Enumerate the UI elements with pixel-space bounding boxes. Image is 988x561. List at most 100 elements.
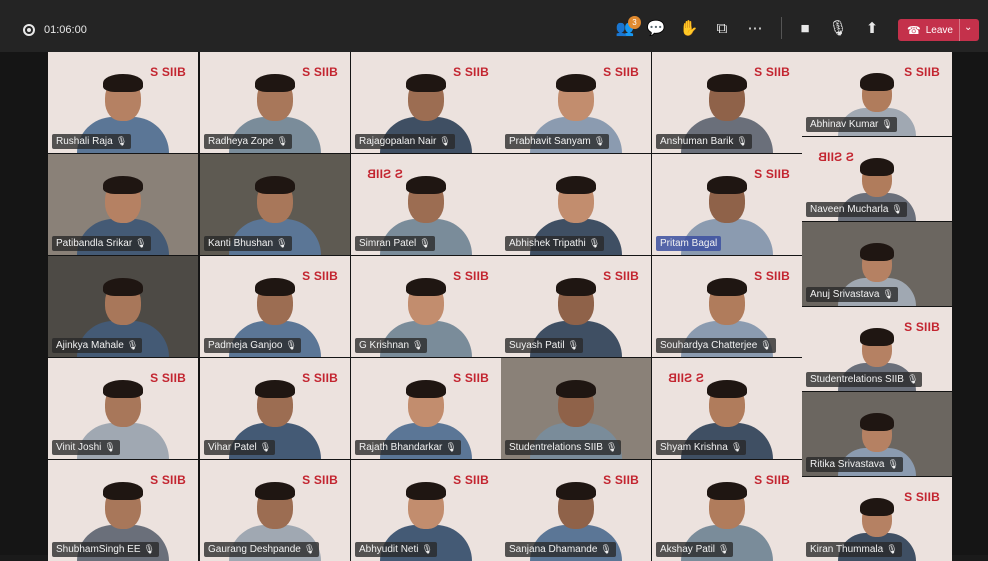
participant-name: Ritika Srivastava: [810, 459, 885, 470]
mic-muted-icon: 🎙: [143, 544, 155, 554]
participant-tile[interactable]: S SIIB Rajagopalan Nair 🎙: [351, 52, 501, 153]
participant-tile[interactable]: S SIIB G Krishnan 🎙: [351, 256, 501, 357]
participant-tile[interactable]: Anuj Srivastava 🎙: [802, 222, 952, 306]
share-icon[interactable]: ⬆: [860, 16, 884, 40]
participant-name: Rushali Raja: [56, 136, 113, 147]
participant-tile[interactable]: S SIIB Radheya Zope 🎙: [200, 52, 350, 153]
participant-tile[interactable]: S SIIB Akshay Patil 🎙: [652, 460, 802, 561]
mic-muted-icon: 🎙: [760, 340, 772, 350]
participant-name: Suyash Patil: [509, 340, 565, 351]
participant-name: Akshay Patil: [660, 544, 716, 555]
participant-name: Patibandla Srikar: [56, 238, 133, 249]
video-gallery: S SIIB Rushali Raja 🎙 S SIIB Radheya Zope 🎙 S …: [0, 52, 988, 561]
participant-tile[interactable]: S SIIB Prabhavit Sanyam 🎙: [501, 52, 651, 153]
participant-tile[interactable]: S SIIB Abhinav Kumar 🎙: [802, 52, 952, 136]
participant-tile[interactable]: Ajinkya Mahale 🎙: [48, 256, 198, 357]
mic-muted-icon: 🎙: [881, 119, 893, 129]
participant-name: Sanjana Dhamande: [509, 544, 598, 555]
participant-name-tag: Padmeja Ganjoo 🎙: [204, 338, 301, 353]
participant-name: Radheya Zope: [208, 136, 274, 147]
mic-muted-icon: 🎙: [600, 544, 612, 554]
participant-name: Vinit Joshi: [56, 442, 102, 453]
participant-name: Padmeja Ganjoo: [208, 340, 283, 351]
participant-tile[interactable]: Ritika Srivastava 🎙: [802, 392, 952, 476]
participant-name: Naveen Mucharla: [810, 204, 889, 215]
participant-tile[interactable]: S SIIB Padmeja Ganjoo 🎙: [200, 256, 350, 357]
mic-muted-icon: 🎙: [886, 544, 898, 554]
mic-muted-icon: 🎙: [276, 136, 289, 146]
mic-muted-icon: 🎙: [593, 136, 606, 146]
participant-tile[interactable]: Kanti Bhushan 🎙: [200, 154, 350, 255]
participant-name: Studentrelations SIIB: [509, 442, 603, 453]
mic-muted-icon: 🎙: [730, 442, 743, 452]
participant-tile[interactable]: Studentrelations SIIB 🎙: [501, 358, 651, 459]
participant-name-tag: Rushali Raja 🎙: [52, 134, 132, 149]
participant-name: Gaurang Deshpande: [208, 544, 301, 555]
mic-muted-icon: 🎙: [135, 238, 147, 248]
participant-tile[interactable]: S SIIB Pritam Bagal: [652, 154, 802, 255]
participant-tile[interactable]: S SIIB Suyash Patil 🎙: [501, 256, 651, 357]
participant-name: Abhinav Kumar: [810, 119, 879, 130]
participant-tile[interactable]: S SIIB ShubhamSingh EE 🎙: [48, 460, 198, 561]
participant-name: Abhishek Tripathi: [509, 238, 586, 249]
leave-button[interactable]: ☎ Leave ⌄: [898, 19, 979, 41]
participant-tile[interactable]: S SIIB Rajath Bhandarkar 🎙: [351, 358, 501, 459]
participant-name-tag: Abhishek Tripathi 🎙: [505, 236, 605, 251]
participant-name-tag: Anuj Srivastava 🎙: [806, 287, 898, 302]
chat-icon[interactable]: 💬: [644, 16, 668, 40]
mic-muted-icon: 🎙: [412, 340, 424, 350]
participant-tile[interactable]: S SIIB Vinit Joshi 🎙: [48, 358, 198, 459]
participant-tile[interactable]: S SIIB Studentrelations SIIB 🎙: [802, 307, 952, 391]
mic-muted-icon: 🎙: [718, 544, 730, 554]
camera-icon[interactable]: ■: [793, 16, 817, 40]
mic-muted-icon: 🎙: [445, 442, 457, 452]
mic-muted-icon: 🎙: [104, 442, 116, 452]
participant-name-tag: Ajinkya Mahale 🎙: [52, 338, 143, 353]
participant-name: Anshuman Barik: [660, 136, 734, 147]
participant-name-tag: G Krishnan 🎙: [355, 338, 428, 353]
participant-name: Abhyudit Neti: [359, 544, 419, 555]
participant-name-tag: Suyash Patil 🎙: [505, 338, 584, 353]
participant-name-tag: Abhinav Kumar 🎙: [806, 117, 897, 132]
participant-name: G Krishnan: [359, 340, 410, 351]
participant-tile[interactable]: S SIIB Anshuman Barik 🎙: [652, 52, 802, 153]
participant-name-tag: Pritam Bagal: [656, 236, 722, 251]
toolbar-divider: [781, 17, 782, 39]
participant-tile[interactable]: S SIIB Kiran Thummala 🎙: [802, 477, 952, 561]
participant-name: Simran Patel: [359, 238, 417, 249]
participant-name: Rajath Bhandarkar: [359, 442, 443, 453]
participant-tile[interactable]: S SIIB Sanjana Dhamande 🎙: [501, 460, 651, 561]
participant-tile[interactable]: S SIIB Abhyudit Neti 🎙: [351, 460, 501, 561]
participant-name: Rajagopalan Nair: [359, 136, 437, 147]
participant-name: Souhardya Chatterjee: [660, 340, 758, 351]
participant-tile[interactable]: S SIIB Naveen Mucharla 🎙: [802, 137, 952, 221]
participant-tile[interactable]: S SIIB Shyam Krishna 🎙: [652, 358, 802, 459]
mic-muted-icon: 🎙: [126, 340, 139, 350]
leave-divider: [959, 19, 960, 41]
participant-name-tag: Vihar Patel 🎙: [204, 440, 276, 455]
participant-tile[interactable]: Patibandla Srikar 🎙: [48, 154, 198, 255]
mic-muted-icon: 🎙: [588, 238, 601, 248]
mic-muted-icon: 🎙: [736, 136, 748, 146]
mic-muted-icon: 🎙: [906, 374, 919, 384]
mic-muted-icon: 🎙: [887, 459, 899, 469]
participant-tile[interactable]: S SIIB Simran Patel 🎙: [351, 154, 501, 255]
participant-name-tag: Studentrelations SIIB 🎙: [505, 440, 622, 455]
participants-badge: 3: [628, 16, 641, 29]
chevron-down-icon[interactable]: ⌄: [964, 22, 972, 33]
more-icon[interactable]: ⋯: [743, 16, 767, 40]
participant-tile[interactable]: Abhishek Tripathi 🎙: [501, 154, 651, 255]
reactions-icon[interactable]: ✋: [677, 16, 701, 40]
participant-name-tag: Rajath Bhandarkar 🎙: [355, 440, 461, 455]
mic-muted-icon: 🎙: [567, 340, 580, 350]
participant-name: Ajinkya Mahale: [56, 340, 124, 351]
participant-tile[interactable]: S SIIB Souhardya Chatterjee 🎙: [652, 256, 802, 357]
participant-tile[interactable]: S SIIB Vihar Patel 🎙: [200, 358, 350, 459]
mic-muted-icon[interactable]: 🎙: [826, 16, 850, 40]
mic-muted-icon: 🎙: [419, 238, 431, 248]
participant-tile[interactable]: S SIIB Gaurang Deshpande 🎙: [200, 460, 350, 561]
participant-tile[interactable]: S SIIB Rushali Raja 🎙: [48, 52, 198, 153]
mic-muted-icon: 🎙: [303, 544, 316, 554]
participant-name-tag: Souhardya Chatterjee 🎙: [656, 338, 776, 353]
rooms-icon[interactable]: ⧉: [710, 16, 734, 40]
